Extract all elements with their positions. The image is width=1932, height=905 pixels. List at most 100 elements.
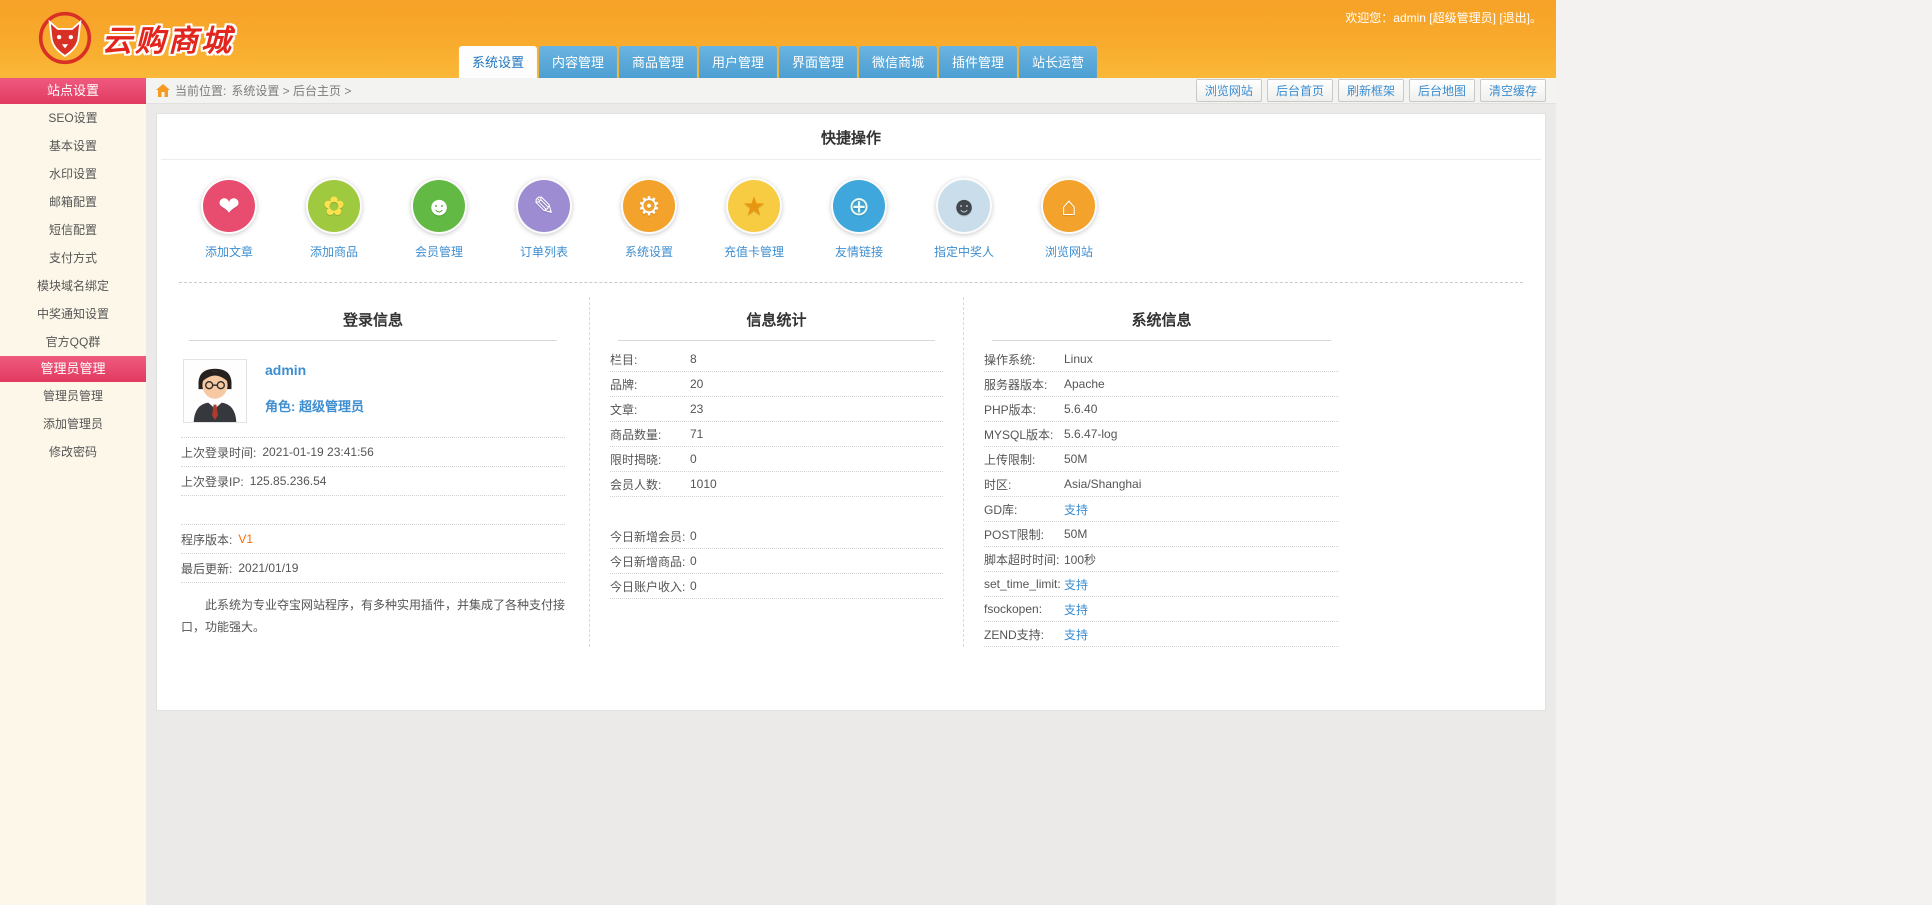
tab-interface-management[interactable]: 界面管理 [779,46,858,78]
tab-system-settings[interactable]: 系统设置 [458,46,537,78]
breadcrumb-bar: 当前位置: 系统设置 > 后台主页 > 浏览网站 后台首页 刷新框架 后台地图 清空缓存 [146,78,1556,104]
sidebar-item-basic-settings[interactable]: 基本设置 [0,132,146,160]
admin-map-button[interactable]: 后台地图 [1408,79,1475,102]
system-info-title: 系统信息 [992,297,1331,341]
system-info-label: 操作系统: [984,352,1036,367]
tab-content-management[interactable]: 内容管理 [538,46,617,78]
quick-action-add-article[interactable]: ❤ 添加文章 [199,180,259,260]
stat-row: 栏目: 8 [610,347,943,372]
profile: admin 角色: 超级管理员 [181,347,565,438]
stat-label: 会员人数: [610,477,662,492]
quick-action-label: 浏览网站 [1044,245,1093,259]
sidebar-item-module-domain-binding[interactable]: 模块域名绑定 [0,272,146,300]
tab-product-management[interactable]: 商品管理 [618,46,697,78]
clear-cache-button[interactable]: 清空缓存 [1479,79,1546,102]
support-link[interactable]: 支持 [1064,626,1088,643]
quick-action-system-settings[interactable]: ⚙ 系统设置 [619,180,679,260]
tab-plugin-management[interactable]: 插件管理 [939,46,1018,78]
stat-value: 0 [690,452,697,466]
login-row-value: 2021-01-19 23:41:56 [262,445,374,459]
system-info-label: GD库: [984,502,1018,517]
system-info-label: 时区: [984,477,1012,492]
stats-section: 信息统计 栏目: 8 品牌: 20 文章: 23 商品数量: 71 限时揭晓: 0 会员人数: 101… [589,297,963,647]
quick-action-assign-winner[interactable]: ☻ 指定中奖人 [934,180,994,260]
system-info-row: GD库: 支持 [984,497,1339,522]
fox-logo-icon [38,11,92,65]
system-info-label: fsockopen: [984,602,1043,616]
login-rows: 上次登录时间: 2021-01-19 23:41:56 上次登录IP: 125.85.… [181,438,565,525]
system-info-label: ZEND支持: [984,627,1045,642]
sidebar-item-admin-list[interactable]: 管理员管理 [0,382,146,410]
stat-row: 品牌: 20 [610,372,943,397]
sidebar-item-sms-config[interactable]: 短信配置 [0,216,146,244]
browse-site-button[interactable]: 浏览网站 [1195,79,1262,102]
add-article-icon: ❤ [203,180,255,232]
home-icon [156,84,170,97]
stat-value: 20 [690,377,704,391]
system-info-row: PHP版本: 5.6.40 [984,397,1339,422]
sidebar-item-watermark-settings[interactable]: 水印设置 [0,160,146,188]
sidebar-item-change-password[interactable]: 修改密码 [0,438,146,466]
logo: 云购商城 [38,11,234,65]
recharge-card-management-icon: ★ [728,180,780,232]
quick-action-order-list[interactable]: ✎ 订单列表 [514,180,574,260]
stats-group-gap [610,497,943,524]
stat-row: 文章: 23 [610,397,943,422]
nav-tabs: 系统设置 内容管理 商品管理 用户管理 界面管理 微信商城 插件管理 站长运营 [458,46,1098,78]
tab-wechat-mall[interactable]: 微信商城 [859,46,938,78]
quick-action-label: 充值卡管理 [724,245,785,259]
info-columns: 登录信息 admin 角色: 超级管理员 上次登录时间: 2021-01-19 … [157,283,1545,677]
sidebar-item-add-admin[interactable]: 添加管理员 [0,410,146,438]
admin-home-button[interactable]: 后台首页 [1266,79,1333,102]
program-version-link[interactable]: V1 [238,532,253,546]
order-list-icon: ✎ [518,180,570,232]
quick-action-label: 添加商品 [309,245,358,259]
dashboard-panel: 快捷操作 ❤ 添加文章 ✿ 添加商品 ☻ 会员管理 ✎ 订单列表 ⚙ 系统设置 ★ 充值卡管理 ⊕ 友情链… [156,113,1546,711]
system-info-section: 系统信息 操作系统: Linux 服务器版本: Apache PHP版本: 5.6.40 M… [963,297,1399,647]
sidebar-item-seo-settings[interactable]: SEO设置 [0,104,146,132]
refresh-frame-button[interactable]: 刷新框架 [1337,79,1404,102]
system-info-row: 时区: Asia/Shanghai [984,472,1339,497]
quick-action-add-product[interactable]: ✿ 添加商品 [304,180,364,260]
login-info-row: 上次登录时间: 2021-01-19 23:41:56 [181,438,565,467]
stat-row: 商品数量: 71 [610,422,943,447]
system-info-label: set_time_limit: [984,577,1061,591]
last-update-label: 最后更新: [181,561,233,576]
add-product-icon: ✿ [308,180,360,232]
logout-link[interactable]: [退出] [1499,11,1530,25]
quick-actions-title: 快捷操作 [161,114,1541,160]
sidebar-item-official-qq-group[interactable]: 官方QQ群 [0,328,146,356]
quick-action-recharge-card-management[interactable]: ★ 充值卡管理 [724,180,784,260]
welcome-suffix: 。 [1529,11,1542,25]
tab-webmaster-operations[interactable]: 站长运营 [1019,46,1098,78]
avatar [183,359,247,423]
login-row-label: 上次登录时间: [181,445,257,460]
profile-role: 角色: 超级管理员 [265,396,364,415]
quick-action-label: 指定中奖人 [934,245,995,259]
quick-action-member-management[interactable]: ☻ 会员管理 [409,180,469,260]
member-management-icon: ☻ [413,180,465,232]
stat-row: 会员人数: 1010 [610,472,943,497]
welcome-username: admin [1393,11,1426,25]
quick-action-label: 添加文章 [204,245,253,259]
system-info-row: ZEND支持: 支持 [984,622,1339,647]
support-link[interactable]: 支持 [1064,501,1088,518]
quick-action-friendly-links[interactable]: ⊕ 友情链接 [829,180,889,260]
sidebar-item-email-config[interactable]: 邮箱配置 [0,188,146,216]
quick-action-browse-website[interactable]: ⌂ 浏览网站 [1039,180,1099,260]
last-update-value: 2021/01/19 [238,561,299,575]
quick-actions-row: ❤ 添加文章 ✿ 添加商品 ☻ 会员管理 ✎ 订单列表 ⚙ 系统设置 ★ 充值卡管理 ⊕ 友情链接 ☻ 指定中… [157,160,1545,276]
support-link[interactable]: 支持 [1064,601,1088,618]
sidebar-item-payment-methods[interactable]: 支付方式 [0,244,146,272]
support-link[interactable]: 支持 [1064,576,1088,593]
sidebar-section-site-settings[interactable]: 站点设置 [0,78,146,104]
friendly-links-icon: ⊕ [833,180,885,232]
tab-user-management[interactable]: 用户管理 [698,46,777,78]
program-version-row: 程序版本: V1 [181,525,565,554]
system-info-row: MYSQL版本: 5.6.47-log [984,422,1339,447]
stat-value: 71 [690,427,704,441]
stat-label: 商品数量: [610,427,662,442]
stat-row: 今日新增商品: 0 [610,549,943,574]
sidebar-section-admin-management[interactable]: 管理员管理 [0,356,146,382]
sidebar-item-winning-notice-settings[interactable]: 中奖通知设置 [0,300,146,328]
